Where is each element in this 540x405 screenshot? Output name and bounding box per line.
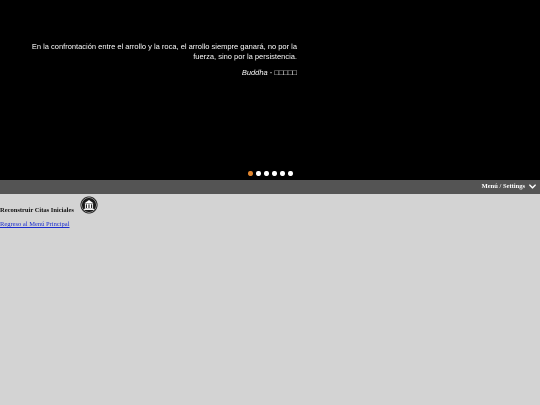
carousel-dot-5[interactable] [280,171,285,176]
building-logo-icon [80,196,98,214]
quote-text: En la confrontación entre el arrollo y l… [31,42,297,61]
page-title: Reconstruir Citas Iniciales [0,207,74,214]
author-extra: □□□□□ [274,68,297,77]
carousel-dot-2[interactable] [256,171,261,176]
quote-author-line: Buddha - □□□□□ [20,68,297,77]
settings-menu-label: Menú / Settings [481,183,525,190]
carousel-dot-6[interactable] [288,171,293,176]
quote-author: Buddha [241,68,268,77]
settings-menu-button[interactable]: Menú / Settings [482,182,537,191]
carousel-dot-4[interactable] [272,171,277,176]
quote-banner: En la confrontación entre el arrollo y l… [0,0,540,180]
carousel-dot-3[interactable] [264,171,269,176]
menu-bar: Menú / Settings [0,180,540,194]
carousel-dot-1[interactable] [248,171,253,176]
back-to-main-menu-link[interactable]: Regreso al Menú Principal [0,221,70,228]
chevron-down-icon [529,184,536,189]
carousel-dots [248,171,293,176]
